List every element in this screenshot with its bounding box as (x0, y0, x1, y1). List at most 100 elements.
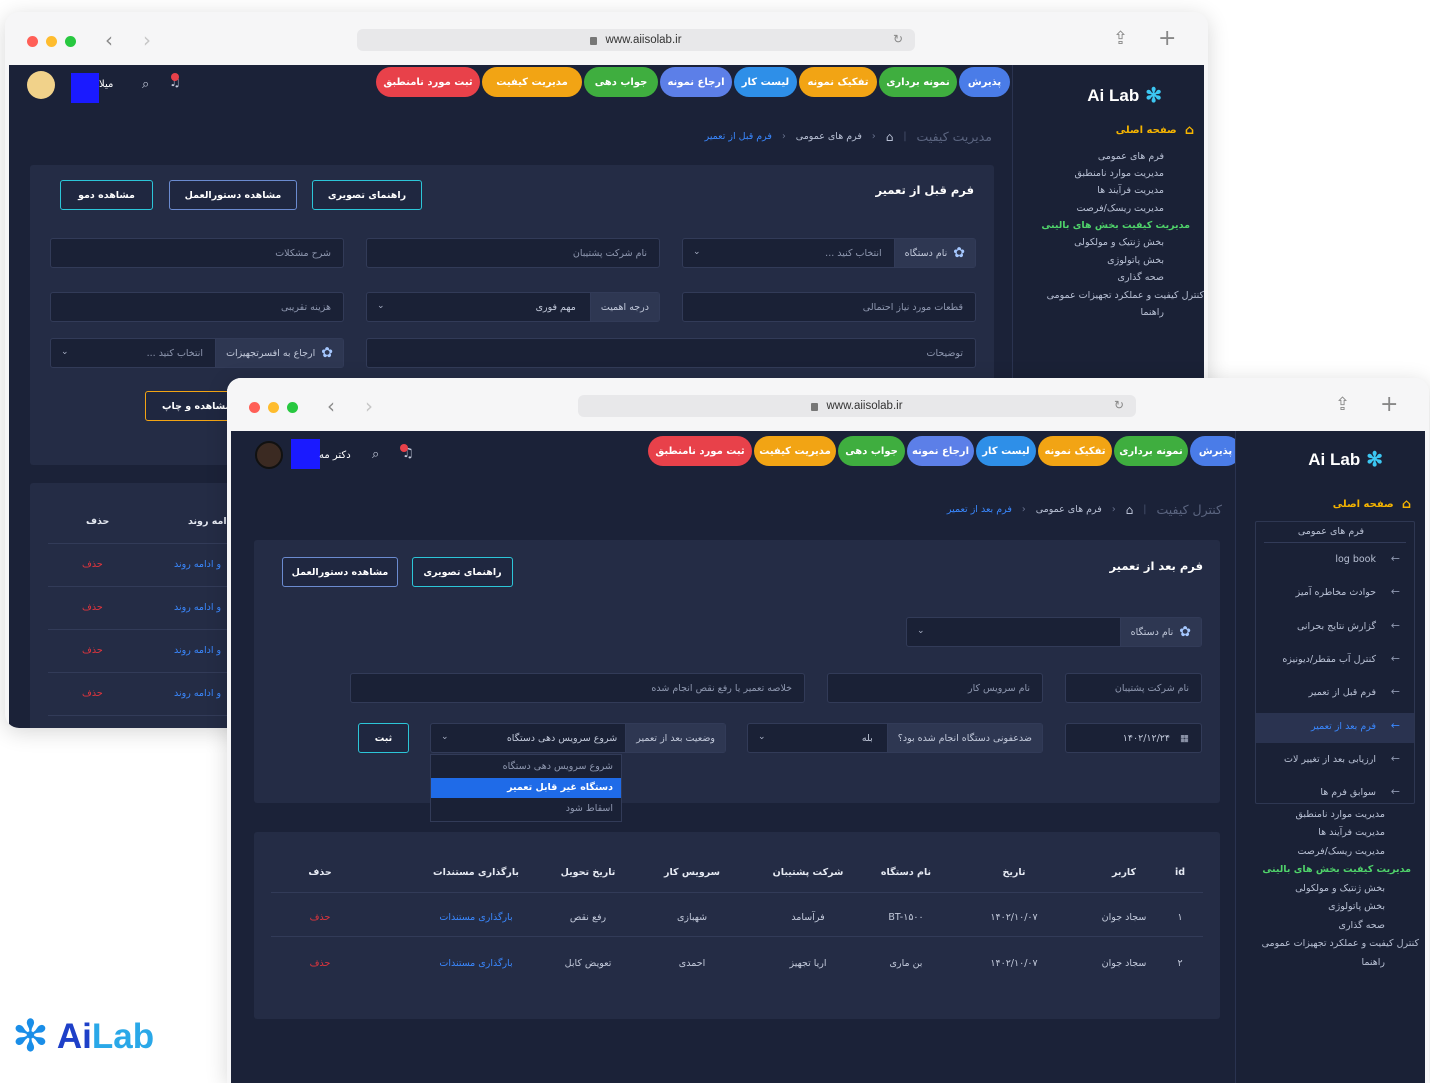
status-select[interactable]: وضعیت بعد از تعمیر شروع سرویس دهی دستگاه… (430, 723, 726, 753)
repair-summary-input[interactable]: خلاصه تعمیر یا رفع نقص انجام شده (350, 673, 805, 703)
submenu-item-6[interactable]: ارزیابی بعد از تغییر لات ← (1256, 746, 1414, 776)
device-select[interactable]: ✿ نام دستگاه انتخاب کنید ... ⌄ (682, 238, 976, 268)
sidebar-item-3[interactable]: مدیریت کیفیت بخش های بالینی (1262, 864, 1411, 875)
sidebar-item-9[interactable]: راهنما (1141, 307, 1165, 318)
crumb-section[interactable]: فرم های عمومی (1036, 504, 1102, 515)
reload-icon[interactable]: ↻ (1114, 398, 1124, 412)
sidebar-item-5[interactable]: بخش پاتولوژی (1328, 901, 1385, 912)
required-parts-input[interactable]: قطعات مورد نیاز احتمالی (682, 292, 976, 322)
visual-guide-button[interactable]: راهنمای تصویری (412, 557, 513, 587)
view-demo-button[interactable]: مشاهده دمو (60, 180, 153, 210)
service-person-input[interactable]: نام سرویس کار (827, 673, 1043, 703)
module-button-5[interactable]: جواب دهی (584, 67, 658, 97)
user-name[interactable]: دکتر مه (319, 450, 351, 461)
new-tab-icon[interactable]: + (1380, 392, 1398, 417)
maximize-dot[interactable] (65, 36, 76, 47)
back-arrow-icon[interactable]: ‹ (327, 394, 335, 418)
share-icon[interactable]: ⇪ (1113, 28, 1128, 49)
refer-officer-select[interactable]: ✿ ارجاع به افسرتجهیزات انتخاب کنید ... ⌄ (50, 338, 344, 368)
submenu-item-2[interactable]: گزارش نتایج بحرانی ← (1256, 613, 1414, 643)
module-button-7[interactable]: ثبت مورد نامنطبق (648, 436, 752, 466)
sidebar-item-6[interactable]: صحه گذاری (1339, 920, 1385, 931)
new-tab-icon[interactable]: + (1158, 26, 1176, 51)
minimize-dot[interactable] (268, 402, 279, 413)
sidebar-item-3[interactable]: مدیریت ریسک/فرصت (1076, 203, 1164, 214)
user-name[interactable]: میلا (99, 79, 113, 90)
minimize-dot[interactable] (46, 36, 57, 47)
submenu-item-5[interactable]: فرم بعد از تعمیر ← (1256, 712, 1414, 743)
disinfection-select[interactable]: ضدعفونی دستگاه انجام شده بود؟ بله ⌄ (747, 723, 1043, 753)
avatar[interactable] (255, 441, 283, 469)
sidebar-item-4[interactable]: بخش ژنتیک و مولکولی (1295, 883, 1385, 894)
dropdown-option-0[interactable]: شروع سرویس دهی دستگاه (431, 757, 621, 777)
sidebar-item-2[interactable]: مدیریت فرآیند ها (1097, 185, 1164, 196)
support-company-input[interactable]: نام شرکت پشتیبان (366, 238, 660, 268)
address-bar[interactable]: www.aiisolab.ir ↻ (357, 29, 915, 51)
module-button-0[interactable]: پذیرش (1190, 436, 1241, 466)
delete-link[interactable]: حذف (82, 602, 103, 613)
crumb-section[interactable]: فرم های عمومی (796, 131, 862, 142)
view-manual-button[interactable]: مشاهده دستورالعمل (282, 557, 398, 587)
upload-docs-link[interactable]: بارگذاری مستندات (439, 912, 512, 923)
module-button-1[interactable]: نمونه برداری (879, 67, 957, 97)
sidebar-item-2[interactable]: مدیریت ریسک/فرصت (1297, 846, 1385, 857)
home-crumb-icon[interactable]: ⌂ (1126, 503, 1134, 517)
close-dot[interactable] (249, 402, 260, 413)
search-icon[interactable]: ⌕ (142, 77, 149, 92)
close-dot[interactable] (27, 36, 38, 47)
upload-docs-link[interactable]: بارگذاری مستندات (439, 958, 512, 969)
continue-link[interactable]: و ادامه روند (174, 602, 221, 613)
module-button-6[interactable]: مدیریت کیفیت (482, 67, 582, 97)
date-input[interactable]: ▦ ۱۴۰۲/۱۲/۲۴ (1065, 723, 1202, 753)
view-manual-button[interactable]: مشاهده دستورالعمل (169, 180, 297, 210)
maximize-dot[interactable] (287, 402, 298, 413)
sidebar-item-8[interactable]: راهنما (1362, 957, 1386, 968)
sidebar-item-0[interactable]: فرم های عمومی (1098, 151, 1164, 162)
module-button-6[interactable]: مدیریت کیفیت (754, 436, 836, 466)
problem-description-input[interactable]: شرح مشکلات (50, 238, 344, 268)
dropdown-option-2[interactable]: اسقاط شود (431, 799, 621, 819)
module-button-0[interactable]: پذیرش (959, 67, 1010, 97)
sidebar-item-6[interactable]: بخش پاتولوژی (1107, 255, 1164, 266)
module-button-1[interactable]: نمونه برداری (1114, 436, 1188, 466)
delete-link[interactable]: حذف (82, 645, 103, 656)
estimated-cost-input[interactable]: هزینه تقریبی (50, 292, 344, 322)
share-icon[interactable]: ⇪ (1335, 394, 1350, 415)
forward-arrow-icon[interactable]: › (365, 394, 373, 418)
sidebar-item-1[interactable]: مدیریت موارد نامنطبق (1074, 168, 1164, 179)
sidebar-item-home[interactable]: ⌂ صفحه اصلی (1333, 497, 1411, 512)
forward-arrow-icon[interactable]: › (143, 28, 151, 52)
module-button-4[interactable]: ارجاع نمونه (660, 67, 732, 97)
sidebar-item-1[interactable]: مدیریت فرآیند ها (1318, 827, 1385, 838)
submit-button[interactable]: ثبت (358, 723, 409, 753)
sidebar-item-0[interactable]: مدیریت موارد نامنطبق (1295, 809, 1385, 820)
continue-link[interactable]: و ادامه روند (174, 688, 221, 699)
submenu-item-7[interactable]: سوابق فرم ها ← (1256, 779, 1414, 809)
delete-link[interactable]: حذف (310, 958, 331, 969)
module-button-2[interactable]: تفکیک نمونه (799, 67, 877, 97)
avatar[interactable] (27, 71, 55, 99)
visual-guide-button[interactable]: راهنمای تصویری (312, 180, 422, 210)
module-button-3[interactable]: لیست کار (976, 436, 1036, 466)
module-button-5[interactable]: جواب دهی (838, 436, 905, 466)
sidebar-item-7[interactable]: کنترل کیفیت و عملکرد تجهیزات عمومی (1262, 938, 1419, 949)
module-button-3[interactable]: لیست کار (734, 67, 797, 97)
home-crumb-icon[interactable]: ⌂ (886, 130, 894, 144)
search-icon[interactable]: ⌕ (372, 447, 379, 462)
submenu-item-3[interactable]: کنترل آب مقطر/دیونیزه ← (1256, 646, 1414, 676)
submenu-item-0[interactable]: log book ← (1256, 546, 1414, 576)
sidebar-item-home[interactable]: ⌂ صفحه اصلی (1116, 123, 1194, 138)
sidebar-item-4[interactable]: مدیریت کیفیت بخش های بالینی (1041, 220, 1190, 231)
submenu-item-1[interactable]: حوادث مخاطره آمیز ← (1256, 579, 1414, 609)
module-button-2[interactable]: تفکیک نمونه (1038, 436, 1112, 466)
support-company-input[interactable]: نام شرکت پشتیبان (1065, 673, 1202, 703)
dropdown-option-1[interactable]: دستگاه غیر قابل تعمیر (431, 778, 621, 798)
submenu-item-4[interactable]: فرم قبل از تعمیر ← (1256, 679, 1414, 709)
back-arrow-icon[interactable]: ‹ (105, 28, 113, 52)
module-button-7[interactable]: ثبت مورد نامنطبق (376, 67, 480, 97)
delete-link[interactable]: حذف (310, 912, 331, 923)
continue-link[interactable]: و ادامه روند (174, 645, 221, 656)
address-bar[interactable]: www.aiisolab.ir ↻ (578, 395, 1136, 417)
notes-input[interactable]: توضیحات (366, 338, 976, 368)
sidebar-item-8[interactable]: کنترل کیفیت و عملکرد تجهیزات عمومی (1047, 290, 1204, 301)
